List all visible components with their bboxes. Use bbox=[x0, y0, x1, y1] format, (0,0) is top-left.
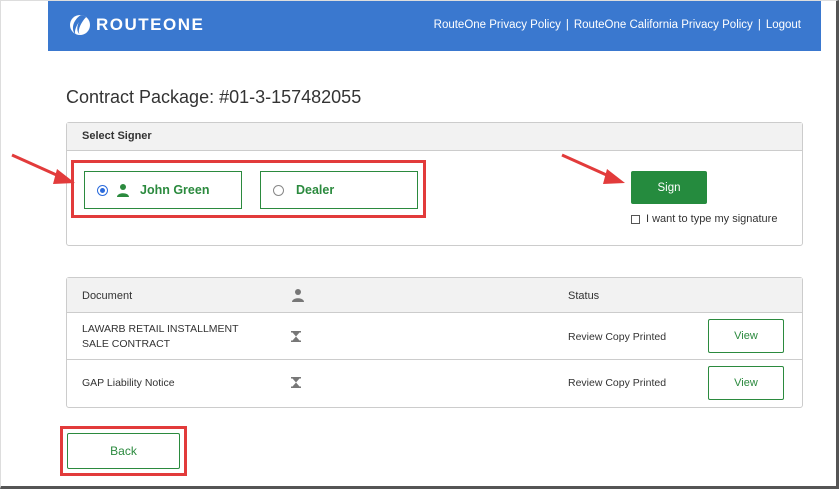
view-document-button[interactable]: View bbox=[708, 319, 784, 353]
signer-label-dealer: Dealer bbox=[296, 183, 335, 197]
top-header-bar: ROUTEONE RouteOne Privacy Policy | Route… bbox=[48, 1, 821, 51]
california-privacy-policy-link[interactable]: RouteOne California Privacy Policy bbox=[574, 19, 753, 31]
signer-option-dealer[interactable]: Dealer bbox=[260, 171, 418, 209]
signer-option-john-green[interactable]: John Green bbox=[84, 171, 242, 209]
annotation-arrow-icon bbox=[561, 153, 625, 184]
app-window: ROUTEONE RouteOne Privacy Policy | Route… bbox=[0, 0, 839, 489]
person-icon bbox=[292, 289, 304, 302]
documents-table: Document Status LAWARB RETAIL INSTALLMEN… bbox=[66, 277, 803, 408]
view-document-button[interactable]: View bbox=[708, 366, 784, 400]
brand-name: ROUTEONE bbox=[96, 15, 205, 34]
signer-radio-dealer[interactable] bbox=[273, 184, 284, 196]
document-status: Review Copy Printed bbox=[568, 331, 667, 343]
link-separator: | bbox=[565, 19, 569, 31]
back-button[interactable]: Back bbox=[67, 433, 180, 469]
link-separator: | bbox=[757, 19, 761, 31]
routeone-logo: ROUTEONE bbox=[70, 15, 204, 35]
select-signer-heading: Select Signer bbox=[67, 123, 802, 151]
sign-button[interactable]: Sign bbox=[631, 171, 707, 204]
annotation-arrow-icon bbox=[11, 153, 75, 184]
routeone-logo-mark-icon bbox=[70, 15, 90, 35]
page-title: Contract Package: #01-3-157482055 bbox=[66, 87, 362, 107]
signer-radio-john-green[interactable] bbox=[97, 184, 108, 196]
document-status: Review Copy Printed bbox=[568, 377, 667, 389]
hourglass-icon bbox=[291, 377, 301, 388]
person-icon bbox=[117, 184, 129, 197]
header-links: RouteOne Privacy Policy | RouteOne Calif… bbox=[434, 19, 801, 31]
table-row: LAWARB RETAIL INSTALLMENT SALE CONTRACT … bbox=[67, 313, 802, 360]
privacy-policy-link[interactable]: RouteOne Privacy Policy bbox=[434, 19, 561, 31]
type-signature-checkbox[interactable] bbox=[631, 214, 640, 224]
column-header-document: Document bbox=[82, 290, 133, 302]
type-signature-option[interactable]: I want to type my signature bbox=[631, 213, 777, 225]
table-row: GAP Liability Notice Review Copy Printed… bbox=[67, 360, 802, 407]
column-header-status: Status bbox=[568, 290, 600, 302]
document-name: GAP Liability Notice bbox=[82, 377, 175, 389]
hourglass-icon bbox=[291, 331, 301, 342]
documents-table-header: Document Status bbox=[67, 278, 802, 313]
logout-link[interactable]: Logout bbox=[766, 19, 801, 31]
document-name: LAWARB RETAIL INSTALLMENT SALE CONTRACT bbox=[82, 323, 239, 350]
type-signature-label: I want to type my signature bbox=[646, 213, 778, 225]
signer-label-john-green: John Green bbox=[140, 183, 210, 197]
